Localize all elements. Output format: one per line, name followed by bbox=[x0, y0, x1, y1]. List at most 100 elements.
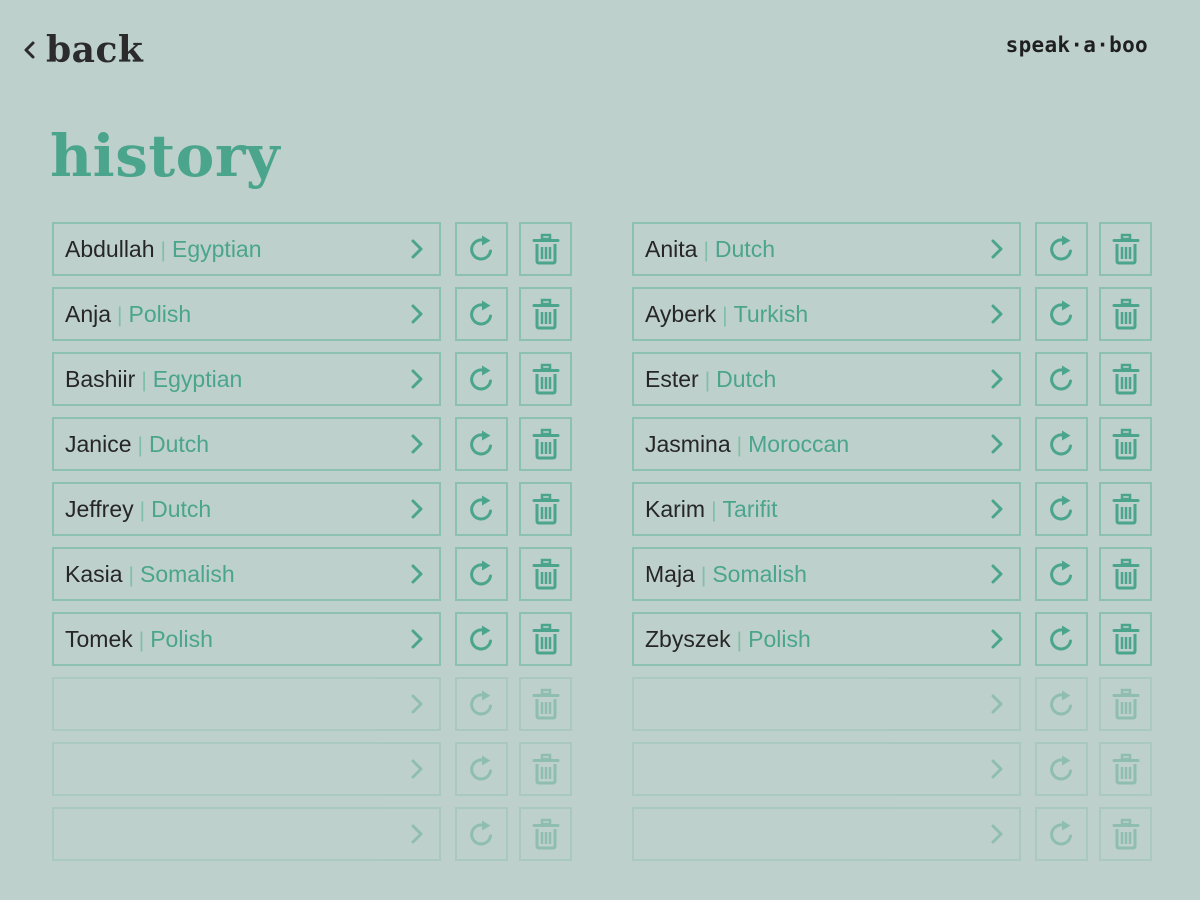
entry-name: Janice bbox=[65, 430, 132, 457]
history-entry-button[interactable]: Kasia | Somalish bbox=[52, 547, 441, 601]
history-entry-button[interactable] bbox=[632, 807, 1021, 861]
entry-language: Dutch bbox=[151, 495, 212, 522]
entry-separator: | bbox=[138, 628, 145, 652]
trash-icon bbox=[1111, 363, 1141, 395]
replay-button[interactable] bbox=[1035, 807, 1088, 861]
replay-button[interactable] bbox=[455, 352, 508, 406]
entry-label: Anja | Polish bbox=[65, 301, 409, 328]
history-entry-button[interactable]: Abdullah | Egyptian bbox=[52, 222, 441, 276]
delete-button[interactable] bbox=[519, 222, 572, 276]
replay-button[interactable] bbox=[455, 677, 508, 731]
replay-button[interactable] bbox=[455, 417, 508, 471]
history-entry-button[interactable]: Jasmina | Moroccan bbox=[632, 417, 1021, 471]
history-entry-button[interactable] bbox=[52, 742, 441, 796]
history-entry-button[interactable] bbox=[52, 807, 441, 861]
delete-button[interactable] bbox=[1099, 352, 1152, 406]
replay-icon bbox=[1047, 364, 1077, 394]
chevron-right-icon bbox=[409, 368, 425, 390]
entry-language: Moroccan bbox=[748, 430, 850, 457]
history-row: Jasmina | Moroccan bbox=[632, 417, 1152, 471]
entry-name: Jeffrey bbox=[65, 495, 134, 522]
history-entry-button[interactable]: Anita | Dutch bbox=[632, 222, 1021, 276]
entry-separator: | bbox=[160, 238, 166, 262]
delete-button[interactable] bbox=[1099, 742, 1152, 796]
history-entry-button[interactable]: Bashiir | Egyptian bbox=[52, 352, 441, 406]
history-row: Kasia | Somalish bbox=[52, 547, 572, 601]
replay-button[interactable] bbox=[1035, 612, 1088, 666]
entry-name: Ester bbox=[645, 365, 699, 392]
replay-button[interactable] bbox=[455, 222, 508, 276]
replay-icon bbox=[467, 299, 497, 329]
history-entry-button[interactable]: Anja | Polish bbox=[52, 287, 441, 341]
chevron-right-icon bbox=[409, 498, 425, 520]
history-entry-button[interactable]: Jeffrey | Dutch bbox=[52, 482, 441, 536]
delete-button[interactable] bbox=[519, 807, 572, 861]
delete-button[interactable] bbox=[519, 417, 572, 471]
delete-button[interactable] bbox=[519, 612, 572, 666]
delete-button[interactable] bbox=[519, 742, 572, 796]
back-button[interactable]: back bbox=[22, 28, 143, 72]
history-entry-button[interactable]: Karim | Tarifit bbox=[632, 482, 1021, 536]
entry-name: Tomek bbox=[65, 625, 133, 652]
history-entry-button[interactable] bbox=[52, 677, 441, 731]
delete-button[interactable] bbox=[1099, 547, 1152, 601]
replay-button[interactable] bbox=[1035, 417, 1088, 471]
chevron-right-icon bbox=[989, 238, 1005, 260]
chevron-right-icon bbox=[409, 628, 425, 650]
replay-button[interactable] bbox=[455, 482, 508, 536]
replay-button[interactable] bbox=[1035, 287, 1088, 341]
replay-button[interactable] bbox=[455, 287, 508, 341]
chevron-right-icon bbox=[989, 498, 1005, 520]
delete-button[interactable] bbox=[1099, 677, 1152, 731]
trash-icon bbox=[531, 233, 561, 265]
entry-name: Karim bbox=[645, 495, 706, 522]
trash-icon bbox=[1111, 428, 1141, 460]
delete-button[interactable] bbox=[519, 482, 572, 536]
history-entry-button[interactable] bbox=[632, 742, 1021, 796]
trash-icon bbox=[531, 818, 561, 850]
replay-button[interactable] bbox=[1035, 742, 1088, 796]
history-entry-button[interactable]: Tomek | Polish bbox=[52, 612, 441, 666]
history-entry-button[interactable]: Janice | Dutch bbox=[52, 417, 441, 471]
entry-name: Anja bbox=[65, 300, 112, 327]
entry-separator: | bbox=[736, 628, 743, 652]
replay-button[interactable] bbox=[455, 547, 508, 601]
delete-button[interactable] bbox=[519, 352, 572, 406]
replay-icon bbox=[1047, 494, 1077, 524]
delete-button[interactable] bbox=[1099, 287, 1152, 341]
replay-button[interactable] bbox=[1035, 677, 1088, 731]
history-entry-button[interactable] bbox=[632, 677, 1021, 731]
delete-button[interactable] bbox=[1099, 807, 1152, 861]
replay-icon bbox=[1047, 819, 1077, 849]
history-entry-button[interactable]: Ayberk | Turkish bbox=[632, 287, 1021, 341]
replay-button[interactable] bbox=[1035, 547, 1088, 601]
history-entry-button[interactable]: Zbyszek | Polish bbox=[632, 612, 1021, 666]
entry-label: Zbyszek | Polish bbox=[645, 626, 989, 653]
history-entry-button[interactable]: Ester | Dutch bbox=[632, 352, 1021, 406]
entry-language: Turkish bbox=[733, 300, 809, 327]
replay-icon bbox=[1047, 234, 1077, 264]
delete-button[interactable] bbox=[1099, 222, 1152, 276]
replay-button[interactable] bbox=[1035, 222, 1088, 276]
replay-button[interactable] bbox=[455, 612, 508, 666]
delete-button[interactable] bbox=[1099, 417, 1152, 471]
replay-icon bbox=[467, 624, 497, 654]
entry-label: Ayberk | Turkish bbox=[645, 301, 989, 328]
chevron-right-icon bbox=[409, 758, 425, 780]
delete-button[interactable] bbox=[1099, 612, 1152, 666]
delete-button[interactable] bbox=[519, 677, 572, 731]
delete-button[interactable] bbox=[1099, 482, 1152, 536]
replay-icon bbox=[467, 364, 497, 394]
replay-button[interactable] bbox=[1035, 482, 1088, 536]
back-label: back bbox=[46, 29, 144, 71]
history-entry-button[interactable]: Maja | Somalish bbox=[632, 547, 1021, 601]
entry-label: Jasmina | Moroccan bbox=[645, 431, 989, 458]
delete-button[interactable] bbox=[519, 287, 572, 341]
replay-button[interactable] bbox=[455, 807, 508, 861]
replay-button[interactable] bbox=[1035, 352, 1088, 406]
replay-button[interactable] bbox=[455, 742, 508, 796]
chevron-left-icon bbox=[22, 40, 36, 60]
delete-button[interactable] bbox=[519, 547, 572, 601]
history-row: Maja | Somalish bbox=[632, 547, 1152, 601]
trash-icon bbox=[531, 753, 561, 785]
